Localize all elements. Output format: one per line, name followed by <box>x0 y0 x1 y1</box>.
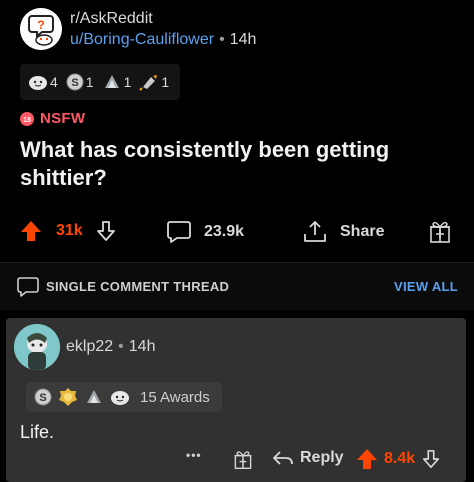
comment-body: Life. <box>20 422 55 442</box>
comment-time: 14h <box>128 338 156 355</box>
helpful-award-icon <box>104 75 119 88</box>
silver-award-icon: S <box>66 73 84 91</box>
post-header: ? r/AskReddit u/Boring-Cauliflower • 14h <box>20 8 460 52</box>
upvote-icon[interactable] <box>20 220 42 242</box>
svg-text:S: S <box>71 77 78 89</box>
award-rocket[interactable]: 1 <box>139 73 169 91</box>
post-time: 14h <box>229 31 257 48</box>
award-count: 1 <box>85 74 94 90</box>
comment-card: eklp22 • 14h S 15 Awards Life. ••• Reply… <box>6 318 466 482</box>
reply-icon <box>273 451 293 465</box>
svg-text:S: S <box>39 392 46 404</box>
share-button[interactable]: Share <box>302 220 384 244</box>
post-author[interactable]: u/Boring-Cauliflower <box>70 31 214 48</box>
nsfw-icon: 18 <box>20 111 34 126</box>
post-title[interactable]: What has consistently been getting shitt… <box>20 136 460 192</box>
subreddit-avatar-icon[interactable]: ? <box>20 8 62 50</box>
nsfw-label: NSFW <box>40 110 86 127</box>
comment-score: 8.4k <box>384 450 416 467</box>
award-count: 4 <box>50 74 58 90</box>
meta-separator: • <box>118 338 124 355</box>
downvote-icon[interactable] <box>421 448 441 470</box>
comment-count: 23.9k <box>204 223 245 240</box>
more-options-button[interactable]: ••• <box>186 448 202 462</box>
give-award-button[interactable] <box>428 218 452 244</box>
commenter-avatar[interactable] <box>14 324 60 370</box>
comment-bubble-icon <box>167 221 191 243</box>
post-meta: u/Boring-Cauliflower • 14h <box>70 31 256 49</box>
comment-meta: eklp22 • 14h <box>66 338 155 356</box>
helpful-award-icon <box>87 390 101 403</box>
reply-label: Reply <box>300 449 344 466</box>
gift-icon <box>234 451 252 469</box>
gift-icon <box>430 221 450 243</box>
award-helpful[interactable]: 1 <box>102 73 132 91</box>
upvote-icon[interactable] <box>356 448 378 470</box>
post-actions: 31k 23.9k Share <box>20 214 460 250</box>
give-award-button[interactable] <box>232 448 254 470</box>
comment-awards[interactable]: S 15 Awards <box>26 382 222 412</box>
comment-actions: ••• Reply 8.4k <box>6 446 466 476</box>
share-icon <box>304 221 326 242</box>
award-wholesome[interactable]: 4 <box>28 73 58 91</box>
view-all-link[interactable]: VIEW ALL <box>394 279 458 294</box>
gold-award-icon <box>59 388 77 406</box>
nsfw-tag: 18 NSFW <box>20 110 85 127</box>
snoo-avatar-icon <box>14 324 60 370</box>
share-label: Share <box>340 223 385 240</box>
comment-author[interactable]: eklp22 <box>66 338 113 355</box>
thread-label: SINGLE COMMENT THREAD <box>46 279 230 294</box>
downvote-icon[interactable] <box>95 220 117 242</box>
rocket-like-award-icon <box>139 75 158 91</box>
award-count: 1 <box>161 74 170 90</box>
svg-text:18: 18 <box>23 117 31 124</box>
comments-button[interactable]: 23.9k <box>166 220 244 244</box>
comment-bubble-icon <box>17 277 39 297</box>
comment-vote-group: 8.4k <box>356 448 441 470</box>
vote-group: 31k <box>20 220 117 242</box>
award-silver[interactable]: S 1 <box>66 73 94 91</box>
award-count: 1 <box>123 74 132 90</box>
wholesome-award-icon <box>111 391 129 405</box>
svg-text:?: ? <box>37 18 44 32</box>
reply-button[interactable]: Reply <box>272 448 344 468</box>
single-thread-bar: SINGLE COMMENT THREAD VIEW ALL <box>0 262 474 310</box>
subreddit-name[interactable]: r/AskReddit <box>70 10 153 28</box>
meta-separator: • <box>219 31 225 48</box>
post-awards[interactable]: 4 S 1 1 1 <box>20 64 180 100</box>
wholesome-award-icon <box>29 76 47 90</box>
awards-count: 15 Awards <box>140 388 210 406</box>
silver-award-icon: S <box>34 388 52 406</box>
post-score: 31k <box>56 222 83 239</box>
